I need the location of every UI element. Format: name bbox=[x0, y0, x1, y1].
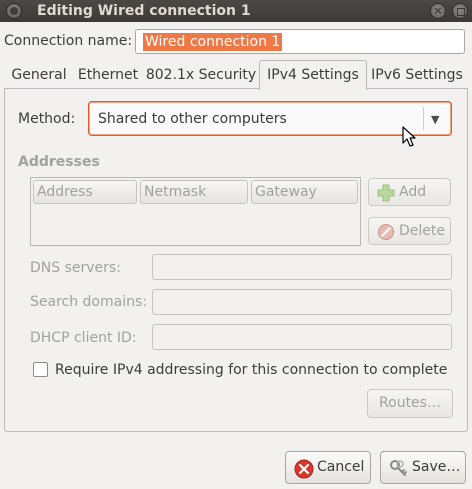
addresses-table[interactable]: Address Netmask Gateway bbox=[30, 177, 361, 246]
column-gateway[interactable]: Gateway bbox=[251, 180, 358, 204]
addresses-heading: Addresses bbox=[18, 154, 100, 170]
connection-name-label: Connection name: bbox=[4, 33, 133, 49]
require-ipv4-label[interactable]: Require IPv4 addressing for this connect… bbox=[55, 360, 447, 380]
search-domains-label: Search domains: bbox=[30, 294, 147, 310]
column-address[interactable]: Address bbox=[33, 180, 137, 204]
tab-ipv4-settings[interactable]: IPv4 Settings bbox=[259, 60, 367, 90]
window-title: Editing Wired connection 1 bbox=[37, 3, 251, 19]
add-address-button[interactable]: Add bbox=[368, 178, 451, 206]
dns-servers-label: DNS servers: bbox=[30, 260, 121, 276]
tab-ipv6-settings[interactable]: IPv6 Settings bbox=[367, 61, 467, 89]
save-label: Save… bbox=[412, 459, 461, 475]
search-domains-field[interactable] bbox=[152, 289, 452, 315]
title-bar: Editing Wired connection 1 × bbox=[0, 0, 472, 22]
add-icon bbox=[377, 184, 395, 202]
connection-name-input[interactable]: Wired connection 1 bbox=[135, 29, 465, 54]
tab-8021x-security[interactable]: 802.1x Security bbox=[144, 61, 258, 89]
mouse-pointer-icon bbox=[402, 126, 416, 147]
tab-general[interactable]: General bbox=[6, 61, 72, 89]
cancel-icon bbox=[294, 459, 314, 479]
add-label: Add bbox=[399, 184, 427, 200]
cancel-label: Cancel bbox=[317, 459, 365, 475]
dhcp-client-id-field[interactable] bbox=[152, 324, 452, 350]
method-combo[interactable]: Shared to other computers ▼ bbox=[88, 101, 452, 136]
method-value: Shared to other computers bbox=[98, 111, 287, 127]
close-icon[interactable]: × bbox=[430, 3, 446, 19]
keys-icon bbox=[390, 460, 407, 476]
delete-icon bbox=[378, 224, 394, 240]
combo-separator bbox=[423, 107, 424, 130]
maximize-icon[interactable] bbox=[452, 3, 468, 19]
dropdown-arrow-icon: ▼ bbox=[431, 113, 440, 126]
tab-ethernet[interactable]: Ethernet bbox=[74, 61, 142, 89]
cancel-button[interactable]: Cancel bbox=[285, 451, 371, 484]
method-label: Method: bbox=[18, 111, 76, 127]
routes-button[interactable]: Routes… bbox=[367, 389, 453, 418]
require-ipv4-checkbox[interactable] bbox=[33, 362, 48, 377]
save-button[interactable]: Save… bbox=[380, 451, 466, 484]
column-netmask[interactable]: Netmask bbox=[140, 180, 248, 204]
dns-servers-field[interactable] bbox=[152, 254, 452, 280]
window-menu-icon[interactable] bbox=[6, 3, 22, 19]
delete-label: Delete bbox=[399, 223, 445, 239]
dhcp-client-id-label: DHCP client ID: bbox=[30, 330, 137, 346]
connection-name-value: Wired connection 1 bbox=[143, 33, 283, 51]
delete-address-button[interactable]: Delete bbox=[368, 217, 451, 245]
tab-bar: General Ethernet 802.1x Security IPv4 Se… bbox=[4, 60, 470, 90]
